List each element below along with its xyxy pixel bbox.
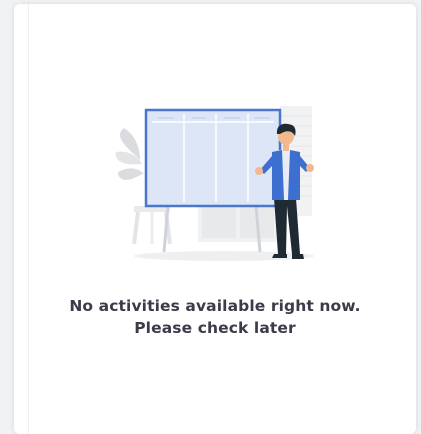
empty-state-submessage: Please check later (134, 319, 296, 337)
empty-board-person-icon (106, 94, 316, 269)
empty-state-message: No activities available right now. (69, 297, 361, 315)
card-divider (28, 4, 29, 434)
